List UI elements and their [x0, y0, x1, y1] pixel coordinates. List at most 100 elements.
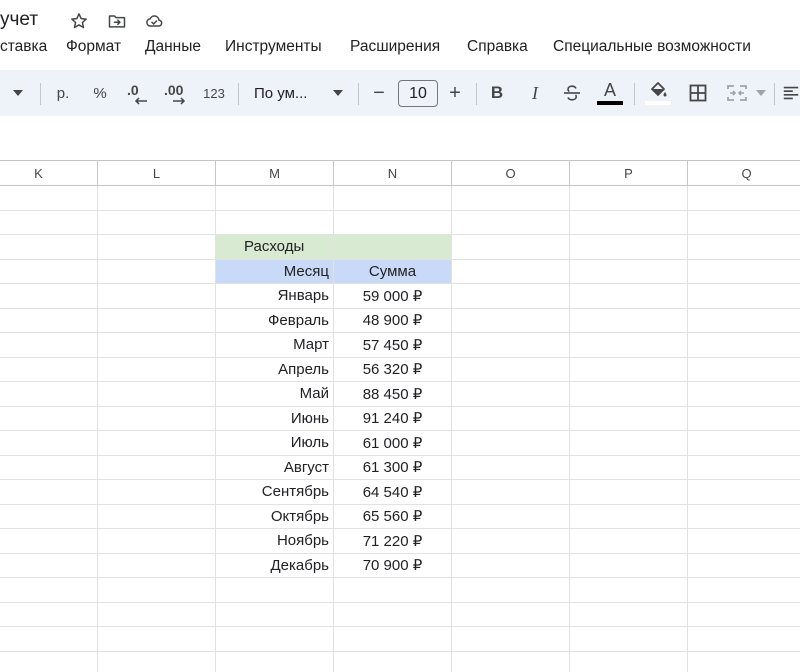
sum-cell[interactable]: 61 300 ₽ — [334, 455, 452, 480]
cell-k-row-6[interactable] — [0, 308, 98, 333]
cell-p-row-17[interactable] — [570, 578, 688, 603]
decrease-decimal-button[interactable]: .0 — [124, 70, 150, 116]
cell-n-row-20[interactable] — [334, 651, 452, 672]
cell-l-row-7[interactable] — [98, 333, 216, 358]
cell-o-row-1[interactable] — [452, 186, 570, 211]
cell-l-row-14[interactable] — [98, 504, 216, 529]
cell-k-row-8[interactable] — [0, 357, 98, 382]
cell-k-row-14[interactable] — [0, 504, 98, 529]
cell-m-row-20[interactable] — [216, 651, 334, 672]
sum-cell[interactable]: 70 900 ₽ — [334, 553, 452, 578]
decrease-font-size-button[interactable]: − — [368, 70, 390, 116]
cell-m-row-19[interactable] — [216, 627, 334, 652]
cell-q-row-3[interactable] — [688, 235, 800, 260]
cell-o-row-16[interactable] — [452, 553, 570, 578]
star-icon[interactable] — [68, 10, 90, 32]
cell-o-row-10[interactable] — [452, 406, 570, 431]
menu-accessibility[interactable]: Специальные возможности — [553, 38, 751, 56]
sum-cell[interactable]: 59 000 ₽ — [334, 284, 452, 309]
cell-q-row-17[interactable] — [688, 578, 800, 603]
cell-o-row-7[interactable] — [452, 333, 570, 358]
cell-l-row-12[interactable] — [98, 455, 216, 480]
cell-l-row-6[interactable] — [98, 308, 216, 333]
sum-cell[interactable]: 48 900 ₽ — [334, 308, 452, 333]
cell-k-row-18[interactable] — [0, 602, 98, 627]
increase-decimal-button[interactable]: .00 — [162, 70, 190, 116]
cell-p-row-20[interactable] — [570, 651, 688, 672]
cell-k-row-13[interactable] — [0, 480, 98, 505]
cell-p-row-11[interactable] — [570, 431, 688, 456]
cell-o-row-8[interactable] — [452, 357, 570, 382]
cell-p-row-5[interactable] — [570, 284, 688, 309]
cell-p-row-7[interactable] — [570, 333, 688, 358]
menu-insert[interactable]: ставка — [0, 38, 47, 56]
cell-p-row-8[interactable] — [570, 357, 688, 382]
cell-q-row-6[interactable] — [688, 309, 800, 333]
month-cell[interactable]: Апрель — [216, 357, 334, 382]
column-header-q[interactable]: Q — [688, 161, 800, 186]
sum-cell[interactable]: 71 220 ₽ — [334, 529, 452, 554]
column-header-m[interactable]: M — [216, 161, 334, 186]
month-header-cell[interactable]: Месяц — [216, 259, 334, 284]
cell-l-row-1[interactable] — [98, 186, 216, 211]
bold-button[interactable]: B — [486, 70, 508, 116]
sum-header-cell[interactable]: Сумма — [334, 259, 452, 284]
sum-cell[interactable]: 56 320 ₽ — [334, 357, 452, 382]
column-header-p[interactable]: P — [570, 161, 688, 186]
cell-k-row-20[interactable] — [0, 651, 98, 672]
cell-l-row-20[interactable] — [98, 651, 216, 672]
borders-icon[interactable] — [684, 70, 712, 116]
cell-p-row-1[interactable] — [570, 186, 688, 211]
cell-p-row-19[interactable] — [570, 627, 688, 652]
cloud-saved-icon[interactable] — [143, 10, 165, 32]
cell-p-row-4[interactable] — [570, 259, 688, 284]
cell-q-row-19[interactable] — [688, 627, 800, 652]
cell-l-row-18[interactable] — [98, 602, 216, 627]
fill-color-icon[interactable] — [644, 70, 672, 116]
zoom-dropdown-arrow-icon[interactable] — [8, 70, 28, 116]
cell-p-row-9[interactable] — [570, 382, 688, 407]
cell-o-row-5[interactable] — [452, 284, 570, 309]
cell-l-row-10[interactable] — [98, 406, 216, 431]
cell-m-row-17[interactable] — [216, 578, 334, 603]
cell-l-row-16[interactable] — [98, 553, 216, 578]
merge-cells-icon[interactable] — [722, 70, 752, 116]
cell-o-row-17[interactable] — [452, 578, 570, 603]
cell-q-row-18[interactable] — [688, 603, 800, 627]
cell-m-row-2[interactable] — [216, 210, 334, 235]
menu-help[interactable]: Справка — [467, 38, 528, 56]
month-cell[interactable]: Февраль — [216, 308, 334, 333]
cell-n-row-3[interactable] — [334, 235, 452, 260]
cell-o-row-15[interactable] — [452, 529, 570, 554]
cell-l-row-11[interactable] — [98, 431, 216, 456]
strikethrough-icon[interactable] — [560, 70, 584, 116]
document-title[interactable]: учет — [0, 9, 38, 31]
cell-l-row-19[interactable] — [98, 627, 216, 652]
month-cell[interactable]: Декабрь — [216, 553, 334, 578]
cell-q-row-14[interactable] — [688, 505, 800, 529]
cell-o-row-19[interactable] — [452, 627, 570, 652]
move-to-folder-icon[interactable] — [106, 10, 128, 32]
cell-l-row-5[interactable] — [98, 284, 216, 309]
cell-q-row-12[interactable] — [688, 456, 800, 480]
month-cell[interactable]: Январь — [216, 284, 334, 309]
cell-p-row-6[interactable] — [570, 308, 688, 333]
cell-p-row-10[interactable] — [570, 406, 688, 431]
cell-k-row-2[interactable] — [0, 210, 98, 235]
cell-q-row-15[interactable] — [688, 529, 800, 554]
cell-p-row-13[interactable] — [570, 480, 688, 505]
cell-n-row-19[interactable] — [334, 627, 452, 652]
cell-q-row-20[interactable] — [688, 652, 800, 672]
cell-q-row-5[interactable] — [688, 284, 800, 309]
column-header-k[interactable]: K — [0, 161, 98, 186]
italic-button[interactable]: I — [524, 70, 546, 116]
cell-k-row-9[interactable] — [0, 382, 98, 407]
cell-o-row-2[interactable] — [452, 210, 570, 235]
cell-m-row-18[interactable] — [216, 602, 334, 627]
cell-p-row-16[interactable] — [570, 553, 688, 578]
cell-q-row-10[interactable] — [688, 407, 800, 431]
menu-tools[interactable]: Инструменты — [225, 38, 322, 56]
more-formats-button[interactable]: 123 — [200, 70, 228, 116]
menu-extensions[interactable]: Расширения — [350, 38, 440, 56]
cell-p-row-12[interactable] — [570, 455, 688, 480]
